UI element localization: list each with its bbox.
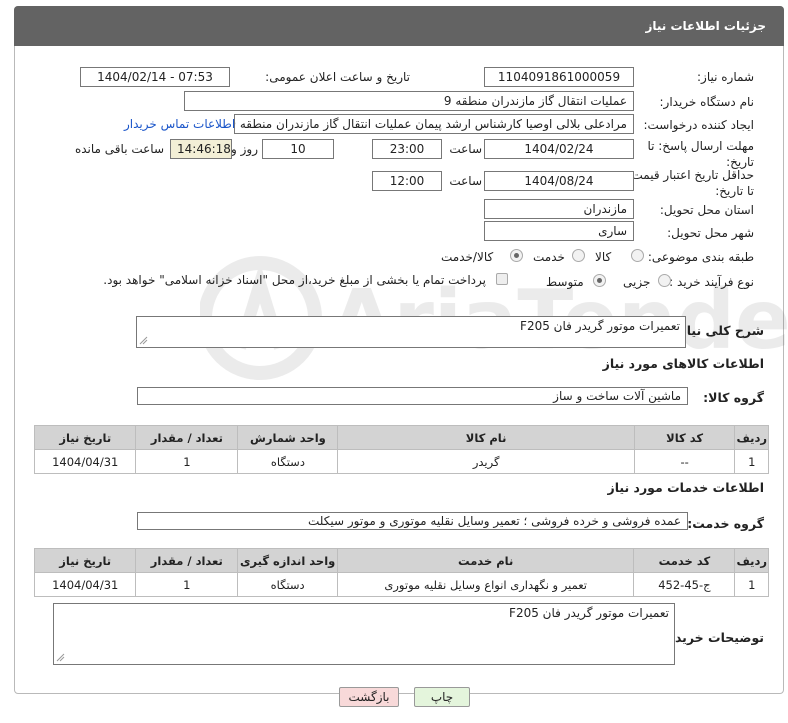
goods-table: ردیف کد کالا نام کالا واحد شمارش تعداد /… (33, 425, 769, 474)
remaining-time-field: 14:46:18 (170, 139, 232, 159)
row-unit: دستگاه (237, 449, 339, 474)
validity-time-label: ساعت (449, 174, 482, 188)
col-row: ردیف (734, 425, 769, 450)
col-unit: واحد اندازه گیری (237, 548, 339, 573)
col-row: ردیف (734, 548, 769, 573)
buyer-notes-text: تعمیرات موتور گریدر فان F205 (509, 606, 669, 620)
row-index: 1 (734, 449, 769, 474)
requester-label: ایجاد کننده درخواست: (643, 118, 754, 132)
requester-field: مرادعلی بلالی اوصیا کارشناس ارشد پیمان ع… (234, 114, 634, 134)
validity-date-field: 1404/08/24 (484, 171, 634, 191)
table-row: 1 -- گریدر دستگاه 1 1404/04/31 (33, 449, 769, 474)
process-type-label: نوع فرآیند خرید : (669, 275, 754, 289)
remaining-time-label: ساعت باقی مانده (74, 142, 164, 156)
need-number-label: شماره نیاز: (697, 70, 754, 84)
services-table-header: ردیف کد خدمت نام خدمت واحد اندازه گیری ت… (33, 548, 769, 573)
buyer-org-label: نام دستگاه خریدار: (659, 95, 755, 109)
category-goods-label: کالا (595, 250, 612, 264)
announce-field: 1404/02/14 - 07:53 (80, 67, 230, 87)
validity-time-field: 12:00 (372, 171, 442, 191)
province-label: استان محل تحویل: (659, 203, 754, 217)
col-name: نام خدمت (337, 548, 635, 573)
row-qty: 1 (135, 572, 239, 597)
category-goods-service-radio[interactable] (510, 249, 523, 262)
category-label: طبقه بندی موضوعی: (647, 250, 754, 264)
print-button[interactable]: چاپ (414, 687, 470, 707)
row-unit: دستگاه (237, 572, 339, 597)
goods-table-header: ردیف کد کالا نام کالا واحد شمارش تعداد /… (33, 425, 769, 450)
category-service-label: خدمت (533, 250, 565, 264)
table-row: 1 ج-45-452 تعمیر و نگهداری انواع وسایل ن… (33, 572, 769, 597)
col-qty: تعداد / مقدار (135, 548, 239, 573)
col-date: تاریخ نیاز (33, 425, 137, 450)
panel-header: جزئیات اطلاعات نیاز (14, 6, 784, 46)
resize-grip-icon[interactable] (56, 653, 65, 662)
services-section-title: اطلاعات خدمات مورد نیاز (607, 480, 765, 495)
general-description-label: شرح کلی نیاز: (674, 323, 764, 338)
days-label: روز و (231, 142, 258, 156)
category-goods-radio[interactable] (631, 249, 644, 262)
category-goods-service-label: کالا/خدمت (441, 250, 494, 264)
price-validity-label: حداقل تاریخ اعتبار قیمت: تا تاریخ: (627, 168, 754, 198)
back-button[interactable]: بازگشت (339, 687, 399, 707)
reply-deadline-label: مهلت ارسال پاسخ: تا تاریخ: (647, 139, 754, 169)
general-description-field[interactable]: تعمیرات موتور گریدر فان F205 (136, 316, 686, 348)
col-date: تاریخ نیاز (33, 548, 137, 573)
need-number-field: 1104091861000059 (484, 67, 634, 87)
col-unit: واحد شمارش (237, 425, 339, 450)
category-service-radio[interactable] (572, 249, 585, 262)
row-code: ج-45-452 (633, 572, 736, 597)
row-name: گریدر (337, 449, 635, 474)
buyer-org-field: عملیات انتقال گاز مازندران منطقه 9 (184, 91, 634, 111)
col-name: نام کالا (337, 425, 635, 450)
row-date: 1404/04/31 (33, 449, 137, 474)
row-name: تعمیر و نگهداری انواع وسایل نقلیه موتوری (337, 572, 635, 597)
row-code: -- (633, 449, 736, 474)
treasury-note: پرداخت تمام یا بخشی از مبلغ خرید،از محل … (103, 273, 486, 287)
col-code: کد کالا (633, 425, 736, 450)
row-date: 1404/04/31 (33, 572, 137, 597)
city-field: ساری (484, 221, 634, 241)
services-group-field: عمده فروشی و خرده فروشی ؛ تعمیر وسایل نق… (137, 512, 688, 530)
resize-grip-icon[interactable] (139, 336, 148, 345)
reply-date-field: 1404/02/24 (484, 139, 634, 159)
process-medium-label: متوسط (546, 275, 584, 289)
province-field: مازندران (484, 199, 634, 219)
goods-group-field: ماشین آلات ساخت و ساز (137, 387, 688, 405)
general-description-text: تعمیرات موتور گریدر فان F205 (520, 319, 680, 333)
process-minor-label: جزیی (623, 275, 651, 289)
buyer-contact-link[interactable]: اطلاعات تماس خریدار (124, 117, 235, 131)
reply-time-field: 23:00 (372, 139, 442, 159)
col-code: کد خدمت (633, 548, 736, 573)
row-qty: 1 (135, 449, 239, 474)
city-label: شهر محل تحویل: (667, 226, 754, 240)
process-minor-radio[interactable] (658, 274, 671, 287)
buyer-notes-field[interactable]: تعمیرات موتور گریدر فان F205 (53, 603, 675, 665)
services-group-label: گروه خدمت: (687, 516, 764, 531)
process-medium-radio[interactable] (593, 274, 606, 287)
panel-title: جزئیات اطلاعات نیاز (645, 19, 766, 33)
treasury-checkbox[interactable] (496, 273, 508, 285)
remaining-days-field: 10 (262, 139, 334, 159)
services-table: ردیف کد خدمت نام خدمت واحد اندازه گیری ت… (33, 548, 769, 597)
row-index: 1 (734, 572, 769, 597)
goods-section-title: اطلاعات کالاهای مورد نیاز (602, 356, 764, 371)
announce-label: تاریخ و ساعت اعلان عمومی: (265, 70, 410, 84)
goods-group-label: گروه کالا: (703, 390, 764, 405)
col-qty: تعداد / مقدار (135, 425, 239, 450)
reply-time-label: ساعت (449, 142, 482, 156)
